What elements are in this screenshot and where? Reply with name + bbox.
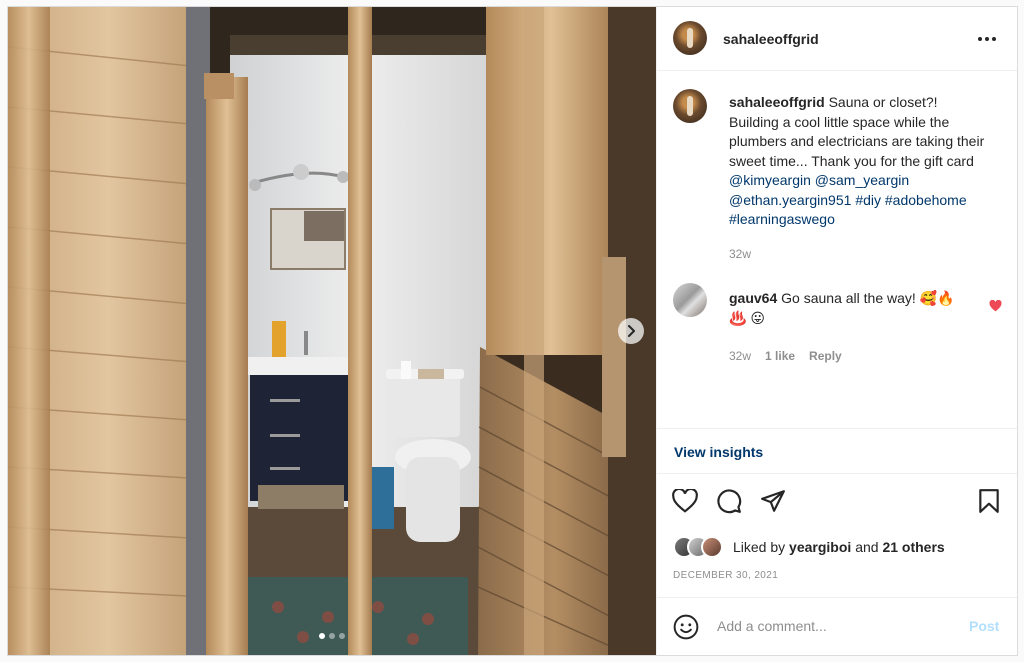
carousel-dot — [329, 633, 335, 639]
comment-meta: 32w 1 like Reply — [729, 349, 842, 363]
hashtag-link[interactable]: #diy — [855, 192, 881, 208]
liked-by-user[interactable]: yeargiboi — [789, 539, 851, 555]
liked-heart-icon[interactable] — [989, 300, 1002, 312]
add-comment-bar: Post — [657, 597, 1017, 655]
liked-by-and: and — [855, 539, 879, 555]
post-side-panel: sahaleeoffgrid sahaleeoffgrid Sauna or c… — [656, 7, 1017, 655]
caption-avatar[interactable] — [673, 89, 707, 123]
smiley-icon[interactable] — [673, 614, 699, 640]
bookmark-icon — [979, 489, 999, 513]
bathroom-construction-photo — [8, 7, 656, 655]
carousel-dots — [8, 633, 656, 639]
caption-timestamp[interactable]: 32w — [729, 247, 751, 261]
mention-link[interactable]: @ethan.yeargin951 — [729, 192, 851, 208]
insights-bar: View insights — [657, 428, 1017, 474]
comment-timestamp[interactable]: 32w — [729, 349, 751, 363]
comment-button[interactable] — [715, 487, 743, 515]
caption-username[interactable]: sahaleeoffgrid — [729, 94, 825, 110]
hashtag-link[interactable]: #adobehome — [885, 192, 967, 208]
comment-likes[interactable]: 1 like — [765, 349, 795, 363]
heart-icon — [672, 489, 698, 513]
paper-plane-icon — [761, 490, 785, 512]
avatar[interactable] — [673, 21, 707, 55]
save-button[interactable] — [975, 487, 1003, 515]
share-button[interactable] — [759, 487, 787, 515]
comment-icon — [717, 489, 742, 514]
post-header: sahaleeoffgrid — [657, 7, 1017, 71]
liked-by-prefix: Liked by — [733, 539, 786, 555]
carousel-dot — [339, 633, 345, 639]
post-date[interactable]: DECEMBER 30, 2021 — [673, 570, 778, 581]
emoji-tongue: 😛 — [750, 310, 765, 326]
comment-username[interactable]: gauv64 — [729, 290, 777, 306]
emoji-hot-springs: ♨️ — [729, 310, 747, 326]
header-username[interactable]: sahaleeoffgrid — [723, 31, 819, 47]
more-options-button[interactable] — [974, 27, 1000, 51]
view-insights-link[interactable]: View insights — [674, 444, 763, 460]
next-photo-button[interactable] — [618, 318, 644, 344]
caption-text: sahaleeoffgrid Sauna or closet?! Buildin… — [729, 93, 991, 230]
mention-link[interactable]: @sam_yeargin — [815, 172, 909, 188]
emoji-smiling-hearts: 🥰 — [919, 290, 938, 306]
comment-input[interactable] — [717, 614, 957, 638]
chevron-right-icon — [628, 325, 635, 337]
reply-button[interactable]: Reply — [809, 349, 842, 363]
like-button[interactable] — [671, 487, 699, 515]
liked-by-others[interactable]: 21 others — [882, 539, 944, 555]
post-photo[interactable] — [8, 7, 656, 655]
carousel-dot-active — [319, 633, 325, 639]
likes-summary: Liked by yeargiboi and 21 others — [673, 535, 945, 559]
emoji-fire: 🔥 — [937, 290, 955, 306]
comment-text: gauv64 Go sauna all the way! 🥰🔥 ♨️ 😛 — [729, 288, 969, 328]
commenter-avatar[interactable] — [673, 283, 707, 317]
mention-link[interactable]: @kimyeargin — [729, 172, 811, 188]
avatar — [701, 536, 723, 558]
comment-body: Go sauna all the way! — [781, 290, 916, 306]
more-horizontal-icon — [978, 37, 996, 41]
hashtag-link[interactable]: #learningaswego — [729, 211, 835, 227]
action-bar — [657, 487, 1017, 519]
post-card: sahaleeoffgrid sahaleeoffgrid Sauna or c… — [7, 6, 1018, 656]
post-comment-button[interactable]: Post — [969, 618, 999, 634]
liker-avatars[interactable] — [673, 536, 729, 558]
